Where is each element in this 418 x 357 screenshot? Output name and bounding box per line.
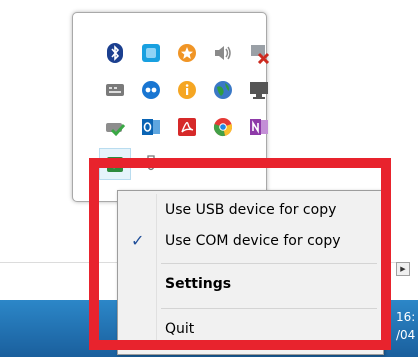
onenote-icon[interactable] (243, 111, 275, 143)
checkmark-icon: ✓ (131, 231, 145, 250)
star-badge-icon[interactable] (171, 37, 203, 69)
menu-separator (161, 308, 377, 309)
menu-item-label: Settings (165, 276, 232, 292)
bluetooth-icon[interactable] (99, 37, 131, 69)
menu-item-label: Use COM device for copy (165, 233, 341, 249)
menu-item-label: Use USB device for copy (165, 202, 337, 218)
keyboard-device-icon[interactable] (99, 74, 131, 106)
clock-date: /04 (396, 328, 416, 342)
pdf-icon[interactable] (171, 111, 203, 143)
scroll-right-arrow[interactable]: ▶ (396, 262, 410, 276)
speaker-icon[interactable] (207, 37, 239, 69)
globe-icon[interactable] (207, 74, 239, 106)
menu-item-label: Quit (165, 321, 195, 337)
tray-overflow-flyout (72, 12, 270, 202)
outlook-icon[interactable] (135, 111, 167, 143)
clock-time: 16: (396, 310, 416, 324)
menu-item-settings[interactable]: Settings (118, 269, 383, 299)
menu-separator (161, 263, 377, 264)
orange-info-icon[interactable] (171, 74, 203, 106)
tray-icon-grid (99, 37, 270, 182)
green-app-icon[interactable] (99, 148, 131, 180)
monitor-icon[interactable] (243, 74, 275, 106)
drive-check-icon[interactable] (99, 111, 131, 143)
usb-plug-icon[interactable] (135, 148, 167, 180)
menu-item-use-com-device[interactable]: ✓ Use COM device for copy (118, 226, 383, 256)
menu-item-quit[interactable]: Quit (118, 314, 383, 344)
tray-context-menu: Use USB device for copy ✓ Use COM device… (117, 190, 384, 355)
chrome-icon[interactable] (207, 111, 239, 143)
sticky-app-icon[interactable] (135, 37, 167, 69)
menu-item-use-usb-device[interactable]: Use USB device for copy (118, 195, 383, 225)
network-blocked-icon[interactable] (243, 37, 275, 69)
taskbar-clock[interactable]: 16: /04 (396, 308, 418, 348)
flickr-dots-icon[interactable] (135, 74, 167, 106)
